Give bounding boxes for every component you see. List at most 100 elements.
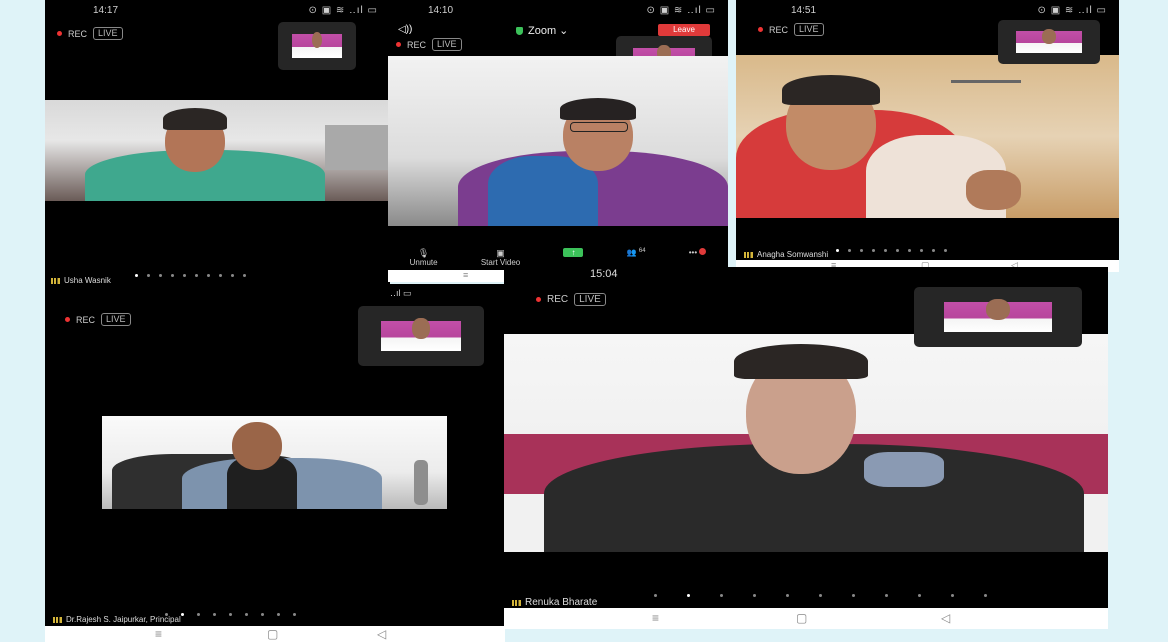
page-dot xyxy=(932,249,935,252)
video-feed[interactable] xyxy=(45,100,390,201)
page-dot xyxy=(852,594,855,597)
participant-name: Renuka Bharate xyxy=(512,597,597,608)
rec-badge: REC LIVE xyxy=(758,23,824,36)
page-dot xyxy=(860,249,863,252)
page-dot xyxy=(245,613,248,616)
status-icons: ‥ıl ▭ xyxy=(390,288,412,298)
speaker-audio-icon[interactable]: ◁)) xyxy=(398,24,412,35)
back-icon[interactable]: ◁ xyxy=(377,627,386,641)
status-bar: 14:17 ⊙ ▣ ≋ ‥ıl ▭ xyxy=(45,0,390,20)
page-dot xyxy=(277,613,280,616)
page-dots xyxy=(165,613,296,616)
speaker-hair xyxy=(782,75,880,105)
signal-icon xyxy=(744,251,753,258)
page-dot xyxy=(231,274,234,277)
menu-icon[interactable]: ≡ xyxy=(652,611,659,625)
page-dot xyxy=(183,274,186,277)
video-feed[interactable] xyxy=(504,334,1108,552)
unmute-button[interactable]: 🎙 Unmute xyxy=(410,248,438,270)
page-dot xyxy=(918,594,921,597)
page-dot xyxy=(786,594,789,597)
speaker-hair xyxy=(734,344,868,379)
page-dot xyxy=(197,613,200,616)
status-icons: ⊙ ▣ ≋ ‥ıl ▭ xyxy=(308,5,378,16)
page-dot xyxy=(848,249,851,252)
page-dot xyxy=(195,274,198,277)
rec-label: REC xyxy=(547,294,569,305)
participant-count: 64 xyxy=(638,248,646,254)
page-dot xyxy=(896,249,899,252)
record-dot-icon xyxy=(57,31,62,36)
self-view-thumbnail[interactable] xyxy=(358,306,484,366)
page-dot xyxy=(720,594,723,597)
live-badge: LIVE xyxy=(574,293,606,306)
panel-usha: 14:17 ⊙ ▣ ≋ ‥ıl ▭ REC LIVE Usha Wasnik ≡… xyxy=(45,0,390,300)
rec-label: REC xyxy=(68,28,88,39)
share-icon: ↑ xyxy=(563,248,584,257)
video-feed[interactable] xyxy=(102,416,447,509)
page-dot xyxy=(951,594,954,597)
participant-name-label: Renuka Bharate xyxy=(525,597,598,608)
status-time: 14:10 xyxy=(428,5,454,16)
video-feed[interactable] xyxy=(388,56,728,226)
page-dot xyxy=(687,594,690,597)
record-dot-icon xyxy=(758,27,763,32)
host-face xyxy=(1041,28,1057,45)
page-dot xyxy=(219,274,222,277)
bottle xyxy=(414,460,428,505)
leave-button[interactable]: Leave xyxy=(658,24,710,36)
page-dot xyxy=(920,249,923,252)
self-view-thumbnail[interactable] xyxy=(278,22,356,70)
page-dots xyxy=(135,274,246,277)
page-dot xyxy=(884,249,887,252)
menu-icon[interactable]: ≡ xyxy=(155,627,162,641)
panel-zoom: 14:10 ⊙ ▣ ≋ ‥ıl ▭ ◁)) Zoom ⌄ Leave REC L… xyxy=(388,0,728,282)
speaker-head xyxy=(232,422,282,470)
speaker-hair xyxy=(560,98,636,120)
page-dot xyxy=(885,594,888,597)
host-face xyxy=(412,318,430,339)
menu-icon[interactable]: ≡ xyxy=(463,270,468,280)
signal-icon xyxy=(53,616,62,623)
speaker-collar xyxy=(864,452,944,487)
page-dot xyxy=(159,274,162,277)
page-dots xyxy=(836,249,947,252)
home-icon[interactable]: ▢ xyxy=(267,627,278,641)
participant-name: Anagha Somwanshi xyxy=(744,250,828,259)
home-icon[interactable]: ▢ xyxy=(796,611,807,625)
status-time: 15:04 xyxy=(590,268,618,280)
page-dot xyxy=(229,613,232,616)
rec-badge: REC LIVE xyxy=(65,313,131,326)
record-dot-icon xyxy=(396,42,401,47)
back-icon[interactable]: ◁ xyxy=(941,611,950,625)
rec-badge: REC LIVE xyxy=(536,293,606,306)
rec-label: REC xyxy=(769,24,789,35)
ceiling-fan xyxy=(951,80,1021,83)
page-dot xyxy=(908,249,911,252)
page-dot xyxy=(944,249,947,252)
panel-rajesh: ‥ıl ▭ REC LIVE Dr.Rajesh S. Jaipurkar, P… xyxy=(45,284,505,642)
page-dot xyxy=(261,613,264,616)
status-time: 14:51 xyxy=(791,5,817,16)
speaker-hair xyxy=(163,108,227,130)
page-dot xyxy=(135,274,138,277)
self-view-thumbnail[interactable] xyxy=(914,287,1082,347)
zoom-title[interactable]: Zoom ⌄ xyxy=(516,24,568,37)
page-dot xyxy=(293,613,296,616)
android-nav-bar: ≡ ▢ ◁ xyxy=(504,608,1108,629)
status-bar: 14:10 ⊙ ▣ ≋ ‥ıl ▭ xyxy=(388,0,728,20)
self-view-thumbnail[interactable] xyxy=(998,20,1100,64)
page-dot xyxy=(165,613,168,616)
live-badge: LIVE xyxy=(93,27,123,40)
page-dot xyxy=(819,594,822,597)
page-dot xyxy=(213,613,216,616)
zoom-title-label: Zoom ⌄ xyxy=(528,25,569,37)
status-time: 14:17 xyxy=(93,5,119,16)
video-feed[interactable] xyxy=(736,55,1119,218)
participants-icon: 👥 xyxy=(626,248,637,257)
page-dot xyxy=(872,249,875,252)
page-dots xyxy=(654,594,987,597)
page-dot xyxy=(147,274,150,277)
speaker-glasses xyxy=(570,122,628,132)
start-video-label: Start Video xyxy=(480,258,521,267)
